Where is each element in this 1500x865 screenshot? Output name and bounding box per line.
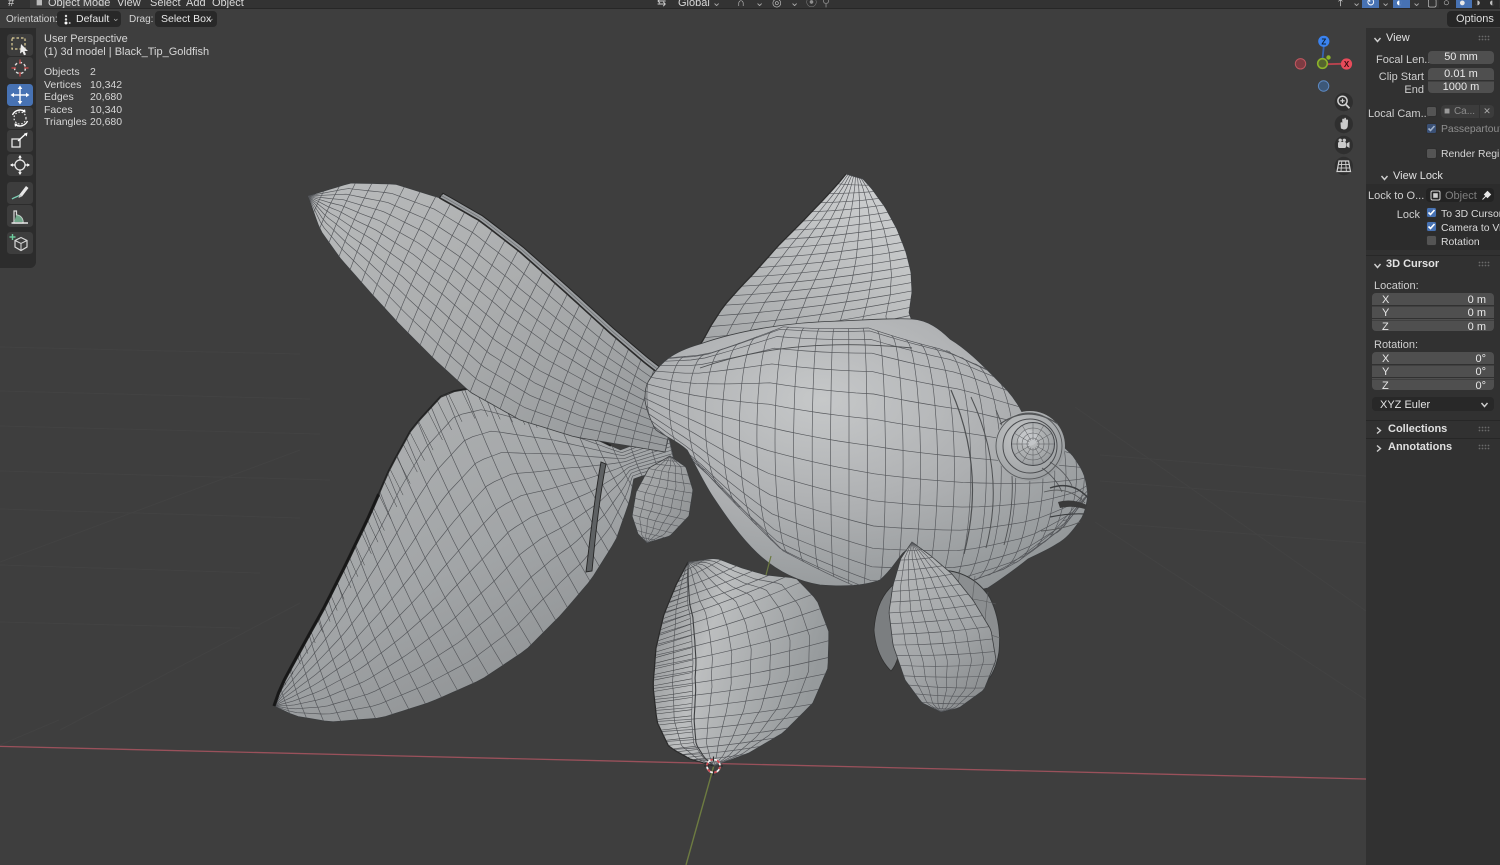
svg-text:Z: Z: [1321, 37, 1326, 46]
svg-text:X: X: [1344, 60, 1350, 69]
